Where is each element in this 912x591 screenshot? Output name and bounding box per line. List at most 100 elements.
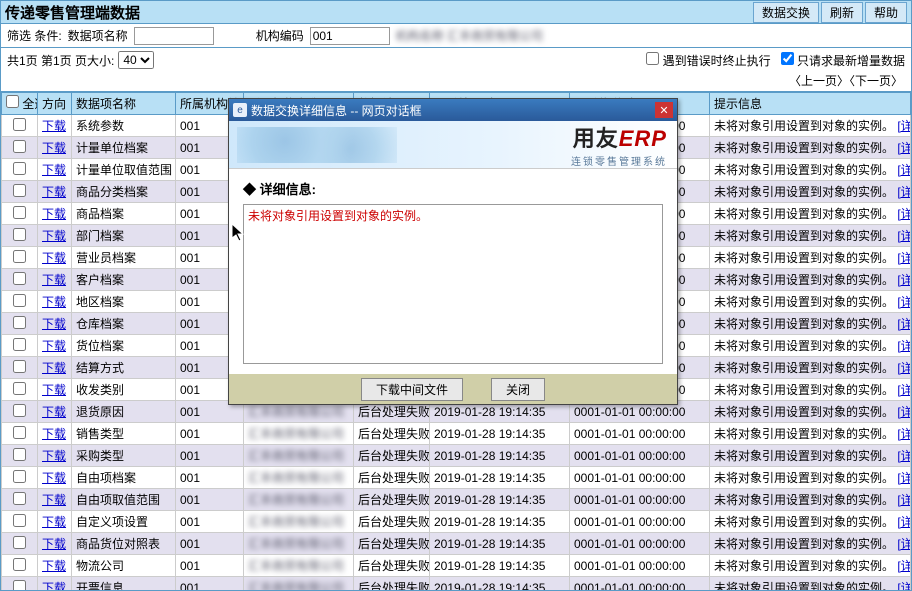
row-checkbox[interactable]	[13, 228, 26, 241]
table-row[interactable]: 下载采购类型001汇丰商贸有限公司后台处理失败2019-01-28 19:14:…	[2, 445, 911, 467]
detail-link[interactable]: [详细]	[897, 515, 910, 529]
row-checkbox[interactable]	[13, 492, 26, 505]
detail-link[interactable]: [详细]	[897, 119, 910, 133]
row-checkbox[interactable]	[13, 382, 26, 395]
detail-link[interactable]: [详细]	[897, 471, 910, 485]
cell-direction: 下载	[38, 511, 72, 533]
table-row[interactable]: 下载开票信息001汇丰商贸有限公司后台处理失败2019-01-28 19:14:…	[2, 577, 911, 591]
table-row[interactable]: 下载自由项取值范围001汇丰商贸有限公司后台处理失败2019-01-28 19:…	[2, 489, 911, 511]
download-link[interactable]: 下载	[42, 537, 66, 551]
header-buttons: 数据交换 刷新 帮助	[753, 2, 907, 23]
dialog-titlebar[interactable]: e 数据交换详细信息 -- 网页对话框 ✕	[229, 99, 677, 121]
detail-link[interactable]: [详细]	[897, 559, 910, 573]
only-new-label[interactable]: 只请求最新增量数据	[781, 52, 905, 69]
filter-org-code-input[interactable]	[310, 27, 390, 45]
close-button[interactable]: 关闭	[491, 378, 545, 401]
cell-direction: 下载	[38, 269, 72, 291]
select-all-checkbox[interactable]	[6, 95, 19, 108]
row-checkbox[interactable]	[13, 250, 26, 263]
download-link[interactable]: 下载	[42, 163, 66, 177]
row-checkbox[interactable]	[13, 140, 26, 153]
row-checkbox[interactable]	[13, 580, 26, 591]
row-checkbox[interactable]	[13, 558, 26, 571]
col-hint[interactable]: 提示信息	[710, 93, 911, 115]
detail-message-box[interactable]: 未将对象引用设置到对象的实例。	[243, 204, 663, 364]
row-checkbox[interactable]	[13, 316, 26, 329]
refresh-button[interactable]: 刷新	[821, 2, 863, 23]
col-select[interactable]: 全选	[2, 93, 38, 115]
detail-link[interactable]: [详细]	[897, 361, 910, 375]
detail-link[interactable]: [详细]	[897, 273, 910, 287]
download-link[interactable]: 下载	[42, 185, 66, 199]
download-link[interactable]: 下载	[42, 251, 66, 265]
only-new-checkbox[interactable]	[781, 52, 794, 65]
table-row[interactable]: 下载销售类型001汇丰商贸有限公司后台处理失败2019-01-28 19:14:…	[2, 423, 911, 445]
download-link[interactable]: 下载	[42, 559, 66, 573]
download-link[interactable]: 下载	[42, 273, 66, 287]
row-checkbox[interactable]	[13, 294, 26, 307]
detail-link[interactable]: [详细]	[897, 449, 910, 463]
detail-link[interactable]: [详细]	[897, 383, 910, 397]
row-checkbox[interactable]	[13, 338, 26, 351]
row-checkbox[interactable]	[13, 426, 26, 439]
detail-link[interactable]: [详细]	[897, 185, 910, 199]
filter-item-name-input[interactable]	[134, 27, 214, 45]
detail-link[interactable]: [详细]	[897, 493, 910, 507]
table-row[interactable]: 下载自由项档案001汇丰商贸有限公司后台处理失败2019-01-28 19:14…	[2, 467, 911, 489]
stop-on-error-label[interactable]: 遇到错误时终止执行	[646, 52, 770, 69]
detail-link[interactable]: [详细]	[897, 405, 910, 419]
row-checkbox[interactable]	[13, 470, 26, 483]
download-link[interactable]: 下载	[42, 119, 66, 133]
download-link[interactable]: 下载	[42, 207, 66, 221]
table-row[interactable]: 下载商品货位对照表001汇丰商贸有限公司后台处理失败2019-01-28 19:…	[2, 533, 911, 555]
pager-nav[interactable]: 〈上一页〉〈下一页〉	[789, 74, 903, 88]
detail-link[interactable]: [详细]	[897, 317, 910, 331]
detail-link[interactable]: [详细]	[897, 251, 910, 265]
table-row[interactable]: 下载自定义项设置001汇丰商贸有限公司后台处理失败2019-01-28 19:1…	[2, 511, 911, 533]
close-icon[interactable]: ✕	[655, 102, 673, 118]
row-checkbox[interactable]	[13, 514, 26, 527]
row-checkbox[interactable]	[13, 536, 26, 549]
cell-direction: 下载	[38, 533, 72, 555]
row-checkbox[interactable]	[13, 206, 26, 219]
detail-link[interactable]: [详细]	[897, 207, 910, 221]
stop-on-error-checkbox[interactable]	[646, 52, 659, 65]
row-checkbox[interactable]	[13, 184, 26, 197]
download-link[interactable]: 下载	[42, 339, 66, 353]
row-checkbox[interactable]	[13, 162, 26, 175]
download-link[interactable]: 下载	[42, 295, 66, 309]
help-button[interactable]: 帮助	[865, 2, 907, 23]
download-link[interactable]: 下载	[42, 449, 66, 463]
detail-link[interactable]: [详细]	[897, 339, 910, 353]
detail-link[interactable]: [详细]	[897, 427, 910, 441]
row-checkbox[interactable]	[13, 272, 26, 285]
row-checkbox[interactable]	[13, 404, 26, 417]
page-size-select[interactable]: 40	[118, 51, 154, 69]
download-link[interactable]: 下载	[42, 471, 66, 485]
download-link[interactable]: 下载	[42, 493, 66, 507]
row-checkbox[interactable]	[13, 448, 26, 461]
row-checkbox[interactable]	[13, 118, 26, 131]
detail-link[interactable]: [详细]	[897, 141, 910, 155]
download-link[interactable]: 下载	[42, 581, 66, 591]
detail-link[interactable]: [详细]	[897, 229, 910, 243]
download-link[interactable]: 下载	[42, 405, 66, 419]
detail-link[interactable]: [详细]	[897, 295, 910, 309]
data-exchange-button[interactable]: 数据交换	[753, 2, 819, 23]
download-link[interactable]: 下载	[42, 141, 66, 155]
download-link[interactable]: 下载	[42, 383, 66, 397]
detail-link[interactable]: [详细]	[897, 163, 910, 177]
download-link[interactable]: 下载	[42, 515, 66, 529]
download-link[interactable]: 下载	[42, 427, 66, 441]
table-row[interactable]: 下载物流公司001汇丰商贸有限公司后台处理失败2019-01-28 19:14:…	[2, 555, 911, 577]
cell-org-name: 汇丰商贸有限公司	[244, 533, 354, 555]
detail-link[interactable]: [详细]	[897, 537, 910, 551]
download-link[interactable]: 下载	[42, 317, 66, 331]
detail-link[interactable]: [详细]	[897, 581, 910, 591]
download-intermediate-button[interactable]: 下载中间文件	[361, 378, 463, 401]
download-link[interactable]: 下载	[42, 229, 66, 243]
row-checkbox[interactable]	[13, 360, 26, 373]
col-item-name[interactable]: 数据项名称	[72, 93, 176, 115]
download-link[interactable]: 下载	[42, 361, 66, 375]
col-direction[interactable]: 方向	[38, 93, 72, 115]
